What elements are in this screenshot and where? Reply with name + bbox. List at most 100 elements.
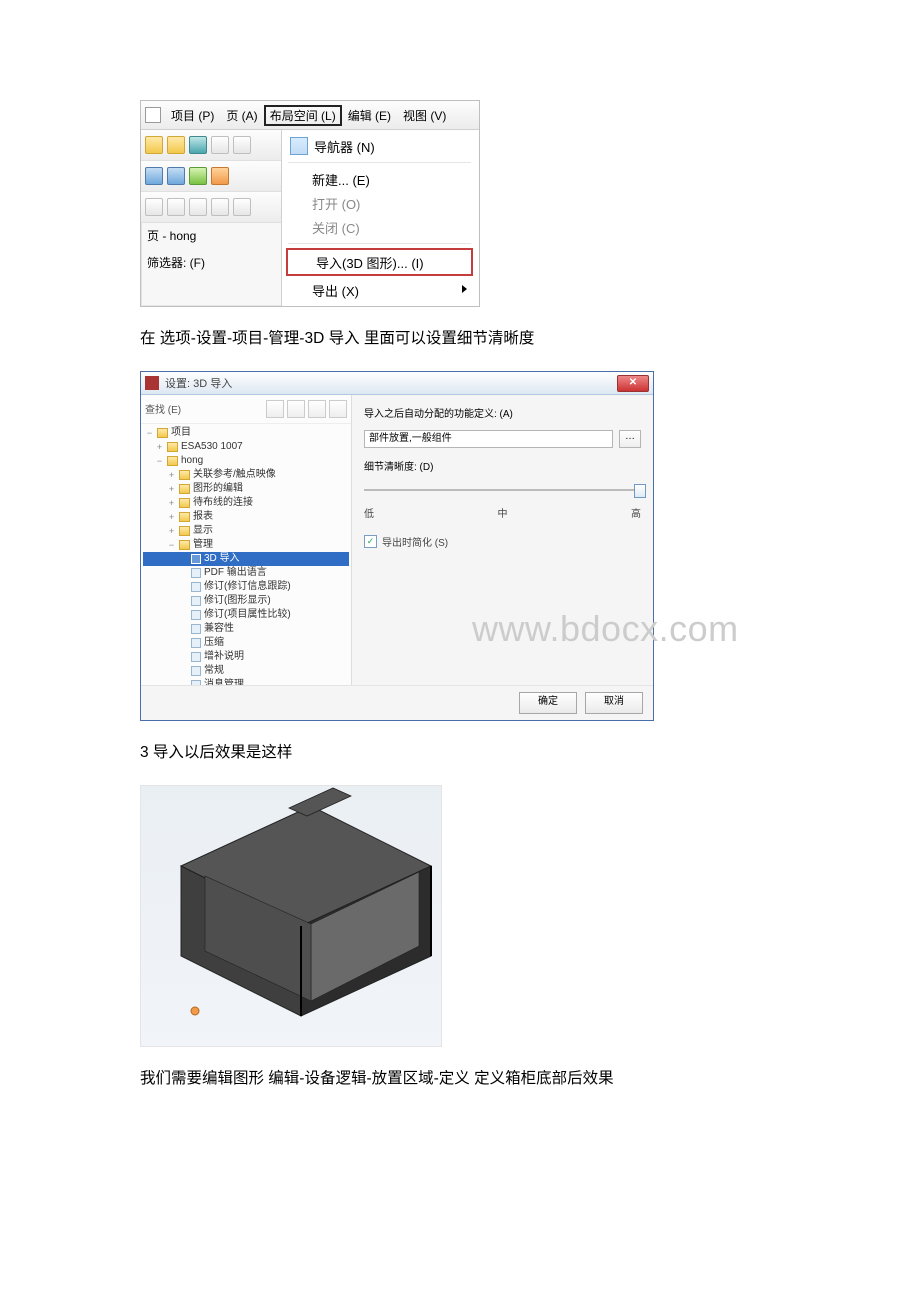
spacer-icon bbox=[294, 254, 310, 270]
page-icon bbox=[191, 596, 201, 606]
toolbar-icon[interactable] bbox=[167, 167, 185, 185]
search-btn[interactable] bbox=[308, 400, 326, 418]
settings-tree[interactable]: −项目 +ESA530 1007 −hong +关联参考/触点映像 +图形的编辑… bbox=[141, 424, 351, 685]
cancel-button[interactable]: 取消 bbox=[585, 692, 643, 714]
dd-label: 导出 (X) bbox=[312, 281, 359, 300]
slider-low: 低 bbox=[364, 505, 374, 520]
left-panel: 页 - hong 筛选器: (F) bbox=[141, 130, 282, 306]
menu-project[interactable]: 项目 (P) bbox=[165, 105, 220, 126]
paragraph-2: 3 导入以后效果是这样 bbox=[140, 739, 780, 767]
detail-slider[interactable]: 低 中 高 bbox=[364, 483, 641, 520]
slider-mid: 中 bbox=[498, 505, 508, 520]
menu-layout-space[interactable]: 布局空间 (L) bbox=[264, 105, 342, 126]
toolbar-icon[interactable] bbox=[233, 136, 251, 154]
dialog-title: 设置: 3D 导入 bbox=[165, 375, 232, 391]
dd-label: 导入(3D 图形)... (I) bbox=[316, 253, 424, 272]
folder-icon bbox=[179, 470, 190, 480]
toolbar-icon[interactable] bbox=[211, 167, 229, 185]
menu-divider bbox=[288, 243, 471, 244]
toolbar-icon[interactable] bbox=[145, 136, 163, 154]
watermark-text: www.bdocx.com bbox=[472, 608, 739, 650]
toolbar-row-2 bbox=[141, 161, 281, 192]
toolbar-icon[interactable] bbox=[167, 198, 185, 216]
search-bar: 查找 (E) bbox=[141, 395, 351, 424]
spacer-icon bbox=[290, 195, 306, 211]
filter-label: 筛选器: (F) bbox=[141, 250, 281, 277]
dd-new[interactable]: 新建... (E) bbox=[284, 167, 475, 191]
cabinet-svg bbox=[141, 786, 441, 1046]
paragraph-3: 我们需要编辑图形 编辑-设备逻辑-放置区域-定义 定义箱柜底部后效果 bbox=[140, 1065, 780, 1093]
eplan-menu-screenshot: 项目 (P) 页 (A) 布局空间 (L) 编辑 (E) 视图 (V) bbox=[140, 100, 480, 307]
page-icon bbox=[191, 638, 201, 648]
blank-page-icon bbox=[145, 107, 161, 123]
spacer-icon bbox=[290, 219, 306, 235]
dd-navigator[interactable]: 导航器 (N) bbox=[284, 134, 475, 158]
spacer-icon bbox=[290, 171, 306, 187]
func-def-field[interactable]: 部件放置,一般组件 bbox=[364, 430, 613, 448]
page-icon bbox=[191, 582, 201, 592]
search-btn[interactable] bbox=[329, 400, 347, 418]
dd-import-3d[interactable]: 导入(3D 图形)... (I) bbox=[286, 248, 473, 276]
toolbar-row-1 bbox=[141, 130, 281, 161]
toolbar-icon[interactable] bbox=[145, 167, 163, 185]
toolbar-icon[interactable] bbox=[189, 167, 207, 185]
page-hong-label: 页 - hong bbox=[141, 223, 281, 250]
settings-dialog-screenshot: 设置: 3D 导入 ✕ 查找 (E) −项目 +ESA530 1007 −hon… bbox=[140, 371, 654, 721]
menu-edit[interactable]: 编辑 (E) bbox=[342, 105, 397, 126]
toolbar-icon[interactable] bbox=[211, 198, 229, 216]
app-icon bbox=[145, 376, 159, 390]
folder-icon bbox=[167, 456, 178, 466]
folder-icon bbox=[157, 428, 168, 438]
detail-label: 细节清晰度: (D) bbox=[364, 458, 433, 473]
menu-view[interactable]: 视图 (V) bbox=[397, 105, 452, 126]
paragraph-1: 在 选项-设置-项目-管理-3D 导入 里面可以设置细节清晰度 bbox=[140, 325, 780, 353]
folder-icon bbox=[179, 526, 190, 536]
toolbar-icon[interactable] bbox=[145, 198, 163, 216]
dialog-footer: 确定 取消 bbox=[141, 685, 653, 720]
folder-icon bbox=[179, 540, 190, 550]
search-label: 查找 (E) bbox=[145, 401, 181, 416]
submenu-arrow-icon bbox=[462, 285, 467, 293]
simplify-checkbox-row[interactable]: ✓ 导出时简化 (S) bbox=[364, 534, 641, 549]
page-icon bbox=[191, 624, 201, 634]
cabinet-3d-screenshot bbox=[140, 785, 442, 1047]
toolbar-row-3 bbox=[141, 192, 281, 223]
dd-close: 关闭 (C) bbox=[284, 215, 475, 239]
menu-page[interactable]: 页 (A) bbox=[220, 105, 263, 126]
page-icon bbox=[191, 610, 201, 620]
dd-open: 打开 (O) bbox=[284, 191, 475, 215]
navigator-icon bbox=[290, 137, 308, 155]
checkbox-icon[interactable]: ✓ bbox=[364, 535, 377, 548]
menu-bar: 项目 (P) 页 (A) 布局空间 (L) 编辑 (E) 视图 (V) bbox=[141, 101, 479, 130]
settings-nav: 查找 (E) −项目 +ESA530 1007 −hong +关联参考/触点映像… bbox=[141, 395, 352, 685]
layout-space-dropdown: 导航器 (N) 新建... (E) 打开 (O) 关闭 (C) bbox=[282, 130, 479, 306]
tree-selected-3d-import[interactable]: 3D 导入 bbox=[143, 552, 349, 566]
search-btn[interactable] bbox=[287, 400, 305, 418]
toolbar-icon[interactable] bbox=[189, 198, 207, 216]
page-icon bbox=[191, 554, 201, 564]
dd-label: 新建... (E) bbox=[312, 170, 370, 189]
toolbar-icon[interactable] bbox=[189, 136, 207, 154]
dialog-titlebar: 设置: 3D 导入 ✕ bbox=[141, 372, 653, 395]
ellipsis-button[interactable]: … bbox=[619, 430, 641, 448]
folder-icon bbox=[179, 484, 190, 494]
dd-label: 打开 (O) bbox=[312, 194, 360, 213]
search-btn[interactable] bbox=[266, 400, 284, 418]
toolbar-icon[interactable] bbox=[211, 136, 229, 154]
close-button[interactable]: ✕ bbox=[617, 375, 649, 392]
folder-icon bbox=[167, 442, 178, 452]
slider-high: 高 bbox=[631, 505, 641, 520]
settings-content: 导入之后自动分配的功能定义: (A) 部件放置,一般组件 … 细节清晰度: (D… bbox=[352, 395, 653, 685]
toolbar-icon[interactable] bbox=[167, 136, 185, 154]
dd-export[interactable]: 导出 (X) bbox=[284, 278, 475, 302]
toolbar-icon[interactable] bbox=[233, 198, 251, 216]
simplify-label: 导出时简化 (S) bbox=[382, 534, 448, 549]
spacer-icon bbox=[290, 282, 306, 298]
folder-icon bbox=[179, 498, 190, 508]
slider-thumb[interactable] bbox=[634, 484, 646, 498]
ok-button[interactable]: 确定 bbox=[519, 692, 577, 714]
func-def-label: 导入之后自动分配的功能定义: (A) bbox=[364, 405, 513, 420]
page-icon bbox=[191, 680, 201, 685]
dd-label: 导航器 (N) bbox=[314, 137, 375, 156]
menu-divider bbox=[288, 162, 471, 163]
